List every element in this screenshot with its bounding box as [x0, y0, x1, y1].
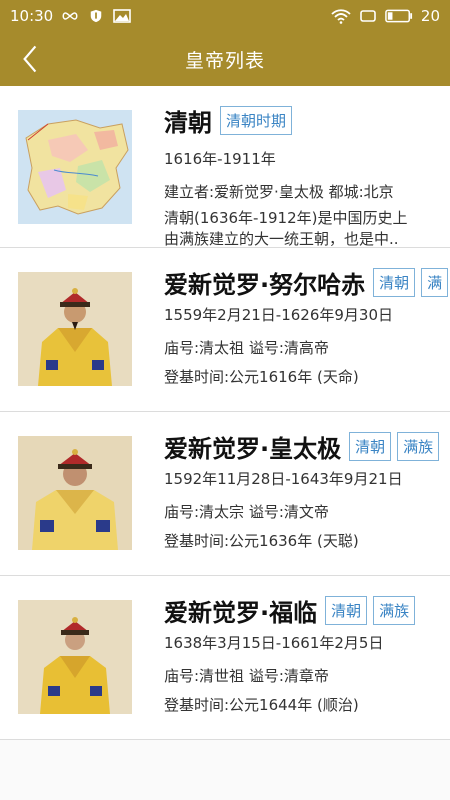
emperor-name: 爱新觉罗·福临 — [164, 598, 318, 627]
infinity-icon — [62, 12, 78, 20]
emperor-reign: 登基时间:公元1644年 (顺治) — [164, 696, 359, 714]
emperor-dates: 1592年11月28日-1643年9月21日 — [164, 470, 403, 488]
emperor-portrait — [18, 600, 132, 714]
dynasty-tag: 清朝时期 — [220, 105, 293, 135]
wifi-icon — [331, 9, 351, 24]
emperor-portrait — [18, 436, 132, 550]
ethnicity-tag: 满族 — [373, 595, 416, 625]
ethnicity-tag: 满 — [421, 267, 449, 297]
portrait-image — [18, 436, 132, 550]
shield-icon — [90, 9, 102, 23]
portrait-image — [18, 272, 132, 386]
emperor-dates: 1638年3月15日-1661年2月5日 — [164, 634, 384, 652]
emperor-reign: 登基时间:公元1616年 (天命) — [164, 368, 359, 386]
dynasty-name: 清朝 — [164, 108, 212, 137]
status-bar: 10:30 20 — [0, 0, 450, 32]
emperor-row[interactable]: 爱新觉罗·努尔哈赤 清朝 满 1559年2月21日-1626年9月30日 庙号:… — [0, 248, 450, 412]
status-time: 10:30 — [10, 7, 54, 25]
emperor-portrait — [18, 272, 132, 386]
ethnicity-tag: 满族 — [397, 431, 440, 461]
map-image — [18, 110, 132, 224]
back-button[interactable] — [14, 43, 46, 75]
dynasty-description: 清朝(1636年-1912年)是中国历史上 由满族建立的大一统王朝，也是中.. — [164, 208, 436, 248]
image-icon — [113, 9, 132, 23]
emperor-name: 爱新觉罗·皇太极 — [164, 434, 342, 463]
dynasty-card[interactable]: 清朝 清朝时期 1616年-1911年 建立者:爱新觉罗·皇太极 都城:北京 清… — [0, 86, 450, 248]
screen-icon — [360, 10, 376, 22]
app-header: 皇帝列表 — [0, 32, 450, 86]
emperor-titles: 庙号:清太宗 谥号:清文帝 — [164, 503, 329, 521]
dynasty-tag: 清朝 — [349, 431, 392, 461]
dynasty-tag: 清朝 — [325, 595, 368, 625]
emperor-titles: 庙号:清世祖 谥号:清章帝 — [164, 667, 329, 685]
emperor-row[interactable]: 爱新觉罗·福临 清朝 满族 1638年3月15日-1661年2月5日 庙号:清世… — [0, 576, 450, 740]
dynasty-tag: 清朝 — [373, 267, 416, 297]
chevron-left-icon — [23, 45, 37, 73]
battery-icon — [385, 9, 412, 23]
battery-level: 20 — [420, 7, 440, 25]
dynasty-years: 1616年-1911年 — [164, 150, 276, 168]
map-thumbnail — [18, 110, 132, 224]
emperor-list: 清朝 清朝时期 1616年-1911年 建立者:爱新觉罗·皇太极 都城:北京 清… — [0, 86, 450, 740]
emperor-titles: 庙号:清太祖 谥号:清高帝 — [164, 339, 329, 357]
dynasty-founder-capital: 建立者:爱新觉罗·皇太极 都城:北京 — [164, 183, 394, 201]
emperor-name: 爱新觉罗·努尔哈赤 — [164, 270, 366, 299]
dynasty-desc-line1: 清朝(1636年-1912年)是中国历史上 — [164, 209, 408, 227]
emperor-dates: 1559年2月21日-1626年9月30日 — [164, 306, 394, 324]
emperor-row[interactable]: 爱新觉罗·皇太极 清朝 满族 1592年11月28日-1643年9月21日 庙号… — [0, 412, 450, 576]
dynasty-desc-line2: 由满族建立的大一统王朝，也是中.. — [164, 230, 399, 248]
page-title: 皇帝列表 — [184, 49, 265, 72]
emperor-reign: 登基时间:公元1636年 (天聪) — [164, 532, 359, 550]
portrait-image — [18, 600, 132, 714]
